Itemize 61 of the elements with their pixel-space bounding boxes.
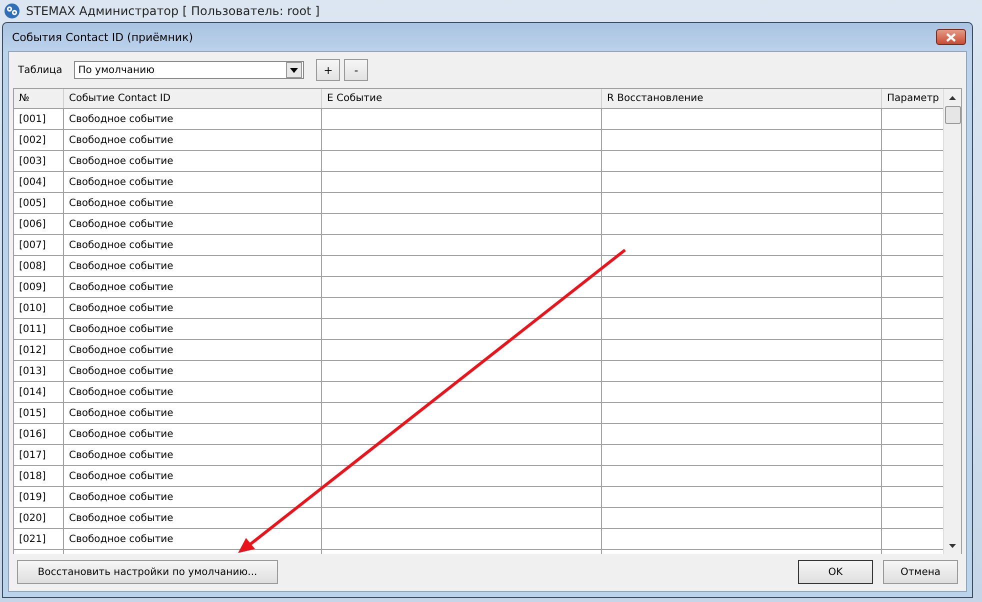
column-header: R Восстановление [602,89,882,108]
table-cell: Свободное событие [64,319,322,339]
table-cell: [007] [14,235,64,255]
table-cell: [019] [14,487,64,507]
table-cell: Свободное событие [64,298,322,318]
table-cell: [002] [14,130,64,150]
table-cell: [020] [14,508,64,528]
table-cell: Свободное событие [64,424,322,444]
table-cell: Свободное событие [64,361,322,381]
table-cell: Свободное событие [64,172,322,192]
table-label: Таблица [18,64,62,76]
table-cell: Свободное событие [64,109,322,129]
scroll-thumb[interactable] [944,106,960,124]
table-cell: Свободное событие [64,445,322,465]
table-cell: Свободное событие [64,193,322,213]
app-title: STEMAX Администратор [ Пользователь: root ] [26,4,320,18]
table-cell: [001] [14,109,64,129]
restore-defaults-button[interactable]: Восстановить настройки по умолчанию... [17,560,278,584]
table-cell: [016] [14,424,64,444]
table-cell: Свободное событие [64,487,322,507]
table-cell: [003] [14,151,64,171]
close-icon [945,32,957,42]
table-dropdown[interactable]: По умолчанию [74,61,304,79]
toolbar-button[interactable]: - [344,59,368,81]
ok-button[interactable]: OK [798,560,873,584]
table-cell: Свободное событие [64,130,322,150]
table-cell: [010] [14,298,64,318]
close-button[interactable] [936,29,966,45]
table-cell: [006] [14,214,64,234]
table-cell: [015] [14,403,64,423]
table-cell: Свободное событие [64,340,322,360]
table-cell: [014] [14,382,64,402]
dropdown-arrow-icon [290,68,298,72]
table-cell: [011] [14,319,64,339]
table-cell: [021] [14,529,64,549]
toolbar-button[interactable]: + [316,59,340,81]
table-cell: Свободное событие [64,151,322,171]
column-header: Событие Contact ID [64,89,322,108]
column-header: № [14,89,64,108]
table-cell: Свободное событие [64,256,322,276]
table-cell: [004] [14,172,64,192]
table-cell: [018] [14,466,64,486]
column-header: E Событие [322,89,602,108]
table-cell: Свободное событие [64,235,322,255]
scroll-up-icon[interactable] [949,96,956,100]
table-cell: [013] [14,361,64,381]
table-cell: Свободное событие [64,382,322,402]
table-cell: [008] [14,256,64,276]
table-cell: Свободное событие [64,277,322,297]
scrollbar[interactable] [943,89,961,554]
cancel-button[interactable]: Отмена [883,560,958,584]
scroll-down-icon[interactable] [949,544,956,548]
table-cell: Свободное событие [64,214,322,234]
dialog-title: События Contact ID (приёмник) [12,30,194,44]
table-cell: [005] [14,193,64,213]
table-cell: Свободное событие [64,466,322,486]
table-cell: Свободное событие [64,508,322,528]
table-cell: [009] [14,277,64,297]
table-cell: Свободное событие [64,403,322,423]
table-cell: [017] [14,445,64,465]
table-cell: [012] [14,340,64,360]
